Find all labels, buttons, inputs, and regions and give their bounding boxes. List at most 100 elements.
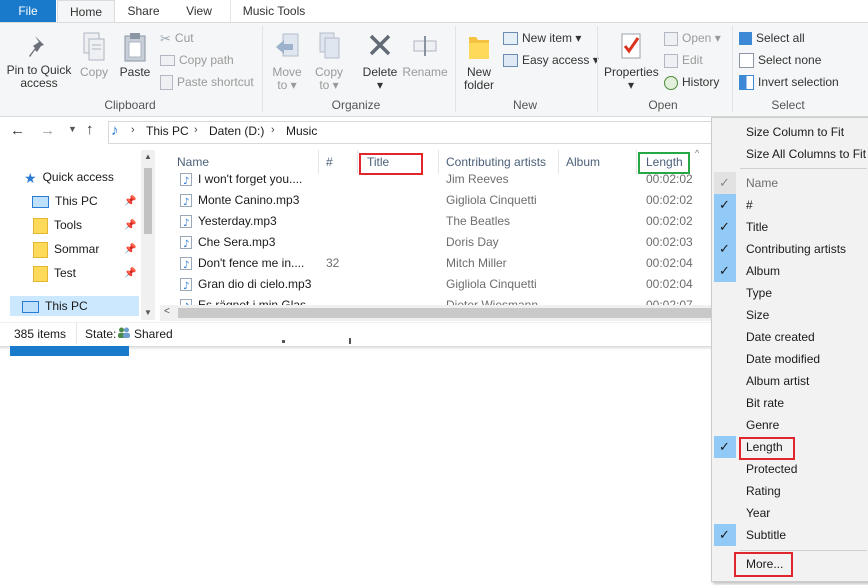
new-folder-label-2: folder (463, 78, 495, 92)
nav-test[interactable]: Test (33, 262, 76, 284)
recent-locations-chevron-icon[interactable]: ▼ (68, 124, 77, 134)
column-header-number[interactable]: # (326, 155, 333, 169)
copy-to-button[interactable]: Copy to ▾ (312, 31, 346, 92)
delete-x-icon (369, 34, 391, 56)
tab-music-tools[interactable]: Music Tools (230, 0, 317, 22)
breadcrumb-this-pc[interactable]: This PC (146, 124, 189, 138)
group-divider (732, 26, 733, 112)
edit-button[interactable]: Edit (664, 50, 703, 70)
rename-button[interactable]: Rename (402, 31, 448, 79)
paste-label: Paste (119, 65, 151, 79)
menu-item-rating[interactable]: Rating (746, 480, 781, 502)
column-header-album[interactable]: Album (566, 155, 600, 169)
table-row[interactable]: ♪ I won't forget you.... Jim Reeves 00:0… (176, 169, 712, 190)
delete-button[interactable]: Delete ▾ (360, 31, 400, 92)
menu-item-bit-rate[interactable]: Bit rate (746, 392, 784, 414)
menu-size-column-to-fit[interactable]: Size Column to Fit (746, 121, 844, 143)
horizontal-scrollbar-thumb[interactable] (178, 308, 712, 318)
menu-separator (740, 168, 867, 169)
nav-tools[interactable]: Tools (33, 214, 82, 236)
menu-item-title[interactable]: Title (746, 216, 768, 238)
tab-view[interactable]: View (172, 0, 226, 22)
nav-this-pc-bottom[interactable]: This PC (22, 295, 88, 317)
new-folder-button[interactable]: New folder (460, 31, 498, 92)
file-name: Es rägnet i min Glas... (198, 298, 313, 305)
menu-size-all-columns-to-fit[interactable]: Size All Columns to Fit (746, 143, 866, 165)
cut-button[interactable]: ✂ Cut (160, 28, 194, 48)
open-button[interactable]: Open ▾ (664, 28, 721, 48)
properties-button[interactable]: Properties ▾ (604, 31, 659, 92)
copy-path-button[interactable]: Copy path (160, 50, 234, 70)
history-button[interactable]: History (664, 72, 719, 92)
forward-arrow-icon[interactable]: → (40, 122, 55, 139)
select-all-button[interactable]: Select all (739, 28, 805, 48)
select-group-label: Select (771, 98, 805, 112)
menu-item-size[interactable]: Size (746, 304, 769, 326)
tab-share[interactable]: Share (116, 0, 171, 22)
paste-button[interactable]: Paste (118, 31, 152, 79)
easy-access-button[interactable]: Easy access ▾ (503, 50, 599, 70)
table-row[interactable]: ♪ Don't fence me in.... 32 Mitch Miller … (176, 253, 712, 274)
breadcrumb-separator-icon[interactable]: › (131, 124, 135, 136)
tab-file[interactable]: File (0, 0, 56, 22)
scroll-up-arrow-icon[interactable]: ▲ (144, 152, 152, 161)
computer-icon (22, 300, 39, 313)
svg-text:♪: ♪ (183, 197, 189, 207)
artist: Gigliola Cinquetti (446, 193, 537, 207)
menu-item-genre[interactable]: Genre (746, 414, 779, 436)
nav-sommar[interactable]: Sommar (33, 238, 99, 260)
breadcrumb-separator-icon[interactable]: › (271, 124, 275, 136)
copy-button[interactable]: Copy (78, 31, 110, 79)
pin-to-quick-access-button[interactable]: Pin to Quick access (6, 33, 72, 90)
invert-selection-button[interactable]: Invert selection (739, 72, 839, 92)
scroll-down-arrow-icon[interactable]: ▼ (144, 308, 152, 317)
menu-item-album[interactable]: Album (746, 260, 780, 282)
scroll-left-arrow-icon[interactable]: < (164, 306, 170, 317)
nav-label: This PC (45, 299, 88, 313)
music-note-icon: ♪ (111, 122, 119, 139)
column-header-name[interactable]: Name (177, 155, 209, 169)
back-arrow-icon[interactable]: ← (10, 122, 25, 139)
address-bar[interactable] (108, 121, 714, 144)
delete-dropdown-arrow[interactable]: ▾ (377, 78, 383, 92)
nav-scrollbar-thumb[interactable] (144, 168, 152, 234)
nav-this-pc[interactable]: This PC (32, 190, 98, 212)
menu-item-date-modified[interactable]: Date modified (746, 348, 820, 370)
breadcrumb-separator-icon[interactable]: › (194, 124, 198, 136)
table-row[interactable]: ♪ Es rägnet i min Glas... Dieter Wiesman… (176, 295, 712, 305)
table-row[interactable]: ♪ Yesterday.mp3 The Beatles 00:02:02 (176, 211, 712, 232)
cut-label: Cut (174, 31, 194, 45)
move-to-button[interactable]: Move to ▾ (270, 31, 304, 92)
menu-item-subtitle[interactable]: Subtitle (746, 524, 786, 546)
file-name: Gran dio di cielo.mp3 (198, 277, 312, 291)
menu-item-contributing-artists[interactable]: Contributing artists (746, 238, 846, 260)
folder-icon (33, 265, 48, 282)
menu-item-number[interactable]: # (746, 194, 753, 216)
menu-item-protected[interactable]: Protected (746, 458, 797, 480)
file-name: I won't forget you.... (198, 172, 303, 186)
breadcrumb-music[interactable]: Music (286, 124, 317, 138)
check-icon: ✓ (714, 172, 736, 194)
length: 00:02:07 (646, 298, 693, 305)
table-row[interactable]: ♪ Gran dio di cielo.mp3 Gigliola Cinquet… (176, 274, 712, 295)
paste-shortcut-button[interactable]: Paste shortcut (160, 72, 254, 92)
menu-item-year[interactable]: Year (746, 502, 770, 524)
check-icon: ✓ (714, 216, 736, 238)
up-arrow-icon[interactable]: ↑ (86, 121, 94, 138)
menu-item-type[interactable]: Type (746, 282, 772, 304)
open-icon (664, 31, 678, 46)
paste-shortcut-icon (160, 75, 173, 91)
menu-item-date-created[interactable]: Date created (746, 326, 815, 348)
table-row[interactable]: ♪ Che Sera.mp3 Doris Day 00:02:03 (176, 232, 712, 253)
table-row[interactable]: ♪ Monte Canino.mp3 Gigliola Cinquetti 00… (176, 190, 712, 211)
properties-dropdown-arrow[interactable]: ▾ (628, 78, 634, 92)
select-none-button[interactable]: Select none (739, 50, 821, 70)
audio-file-icon: ♪ (180, 257, 192, 270)
breadcrumb-daten-d[interactable]: Daten (D:) (209, 124, 264, 138)
column-header-contributing-artists[interactable]: Contributing artists (446, 155, 546, 169)
nav-quick-access[interactable]: ★ Quick access (24, 166, 114, 188)
tab-home[interactable]: Home (57, 0, 115, 23)
new-item-button[interactable]: New item ▾ (503, 28, 581, 48)
new-item-label: New item ▾ (522, 31, 582, 45)
menu-item-album-artist[interactable]: Album artist (746, 370, 809, 392)
